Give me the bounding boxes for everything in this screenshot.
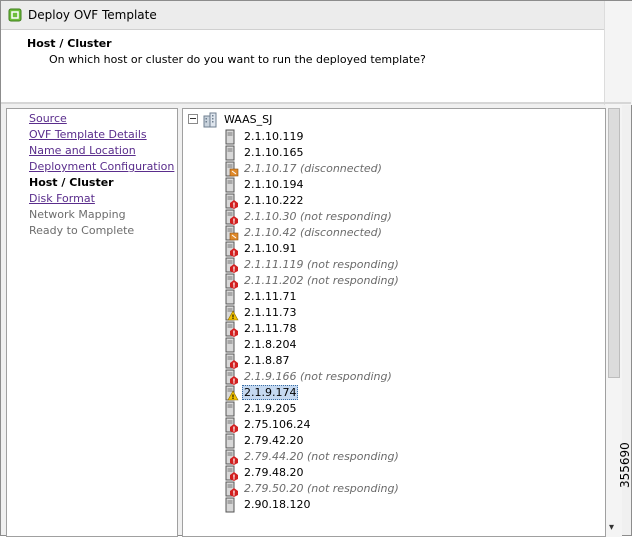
svg-text:!: ! — [232, 314, 235, 321]
host-icon — [223, 129, 239, 145]
wizard-header: Host / Cluster On which host or cluster … — [1, 30, 604, 102]
page-title: Host / Cluster — [27, 37, 112, 50]
host-disconnected-icon — [223, 225, 239, 241]
host-label: 2.1.9.205 — [244, 402, 297, 415]
host-icon — [223, 433, 239, 449]
host-label: 2.1.9.174 — [242, 385, 299, 400]
host-error-icon: ! — [223, 417, 239, 434]
page-subtitle: On which host or cluster do you want to … — [49, 53, 426, 66]
ovf-deploy-icon — [8, 8, 22, 22]
svg-text:!: ! — [232, 474, 235, 482]
host-label: 2.79.44.20 (not responding) — [244, 450, 399, 463]
host-label: 2.75.106.24 — [244, 418, 311, 431]
host-disconnected-icon — [223, 161, 239, 177]
host-label: 2.1.11.78 — [244, 322, 297, 335]
svg-text:!: ! — [232, 250, 235, 258]
host-icon — [223, 289, 239, 305]
host-label: 2.1.10.194 — [244, 178, 304, 191]
svg-text:!: ! — [232, 378, 235, 386]
wizard-step[interactable]: Deployment Configuration — [29, 160, 174, 173]
wizard-steps-panel: Source OVF Template Details Name and Locat… — [6, 108, 178, 537]
host-label: 2.1.8.204 — [244, 338, 297, 351]
svg-text:!: ! — [232, 362, 235, 370]
host-error-icon: ! — [223, 241, 239, 258]
host-not-responding-icon: ! — [223, 273, 239, 290]
host-warning-icon: ! — [223, 305, 239, 321]
host-label: 2.79.50.20 (not responding) — [244, 482, 399, 495]
header-scrollbar[interactable] — [604, 1, 632, 105]
host-label: 2.1.10.222 — [244, 194, 304, 207]
host-not-responding-icon: ! — [223, 369, 239, 386]
host-not-responding-icon: ! — [223, 449, 239, 466]
svg-text:!: ! — [232, 426, 235, 434]
host-label: 2.1.11.71 — [244, 290, 297, 303]
host-warning-icon: ! — [223, 385, 239, 401]
host-label: 2.1.8.87 — [244, 354, 290, 367]
svg-text:!: ! — [232, 266, 235, 274]
host-label: 2.1.10.165 — [244, 146, 304, 159]
wizard-step[interactable]: OVF Template Details — [29, 128, 147, 141]
host-error-icon: ! — [223, 193, 239, 210]
datacenter-icon — [203, 112, 217, 128]
host-label: 2.1.10.119 — [244, 130, 304, 143]
host-label: 2.79.42.20 — [244, 434, 304, 447]
host-label: 2.1.10.91 — [244, 242, 297, 255]
host-label: 2.1.10.30 (not responding) — [244, 210, 392, 223]
host-icon — [223, 337, 239, 353]
wizard-step[interactable]: Source — [29, 112, 67, 125]
header-divider — [1, 102, 631, 104]
host-icon — [223, 497, 239, 513]
host-error-icon: ! — [223, 353, 239, 370]
wizard-step[interactable]: Disk Format — [29, 192, 95, 205]
host-icon — [223, 401, 239, 417]
host-error-icon: ! — [223, 321, 239, 338]
deploy-ovf-window: Deploy OVF Template Host / Cluster On wh… — [0, 0, 632, 537]
collapse-minus-icon[interactable] — [188, 114, 198, 124]
wizard-step: Network Mapping — [29, 208, 126, 221]
tree-root-label[interactable]: WAAS_SJ — [224, 113, 272, 126]
host-icon — [223, 145, 239, 161]
host-label: 2.1.11.119 (not responding) — [244, 258, 399, 271]
host-not-responding-icon: ! — [223, 481, 239, 498]
host-label: 2.1.9.166 (not responding) — [244, 370, 392, 383]
scroll-down-arrow-icon[interactable]: ▾ — [609, 522, 614, 533]
svg-text:!: ! — [232, 490, 235, 498]
window-title: Deploy OVF Template — [28, 8, 157, 22]
host-label: 2.1.10.17 (disconnected) — [244, 162, 382, 175]
host-error-icon: ! — [223, 465, 239, 482]
svg-text:!: ! — [232, 282, 235, 290]
svg-text:!: ! — [232, 202, 235, 210]
host-label: 2.1.11.202 (not responding) — [244, 274, 399, 287]
host-label: 2.79.48.20 — [244, 466, 304, 479]
figure-id: 355690 — [618, 442, 632, 488]
host-not-responding-icon: ! — [223, 257, 239, 274]
host-label: 2.90.18.120 — [244, 498, 311, 511]
wizard-step[interactable]: Name and Location — [29, 144, 136, 157]
host-label: 2.1.11.73 — [244, 306, 297, 319]
svg-text:!: ! — [232, 330, 235, 338]
svg-text:!: ! — [232, 458, 235, 466]
svg-text:!: ! — [232, 394, 235, 401]
wizard-step: Host / Cluster — [29, 176, 114, 189]
host-cluster-tree[interactable]: WAAS_SJ 2.1.10.119 2.1.10.165 2.1.10.17 (d… — [182, 108, 606, 537]
svg-text:!: ! — [232, 218, 235, 226]
host-not-responding-icon: ! — [223, 209, 239, 226]
title-bar: Deploy OVF Template — [1, 1, 631, 30]
host-icon — [223, 177, 239, 193]
wizard-step: Ready to Complete — [29, 224, 135, 237]
scrollbar-thumb[interactable] — [608, 108, 620, 378]
host-label: 2.1.10.42 (disconnected) — [244, 226, 382, 239]
